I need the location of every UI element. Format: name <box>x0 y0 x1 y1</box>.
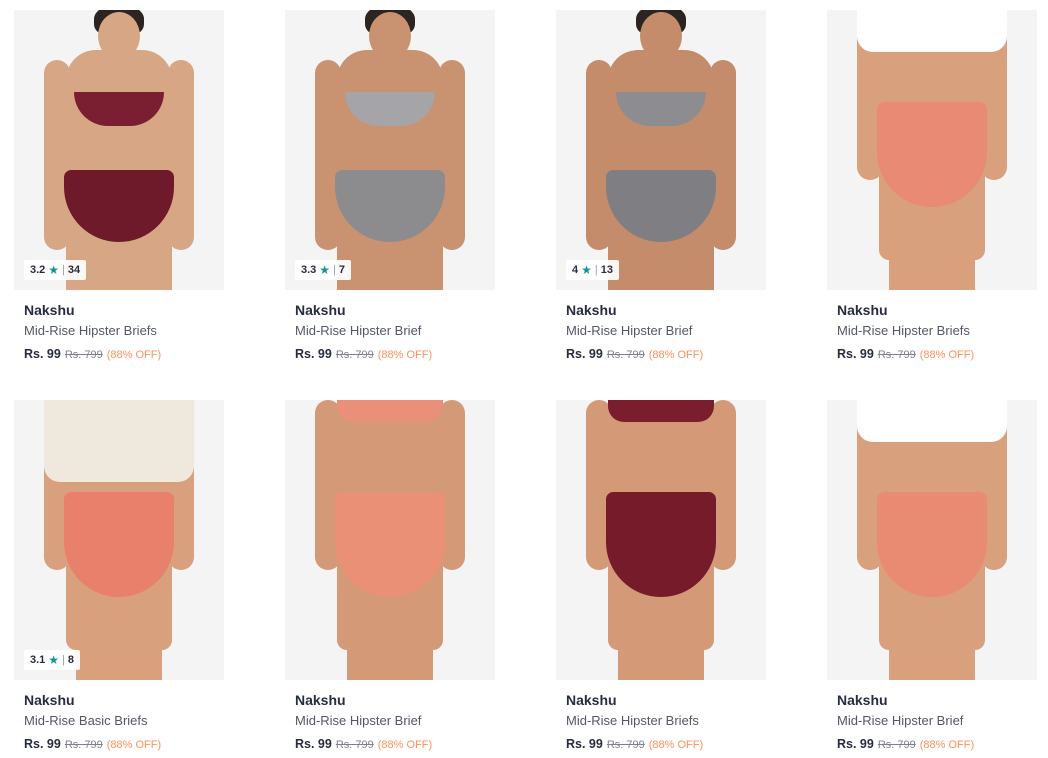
product-brand: Nakshu <box>24 692 75 708</box>
rating-badge: 4 ★ | 13 <box>566 260 619 280</box>
discount-percent: (88% OFF) <box>377 739 433 751</box>
discounted-price: Rs. 99 <box>566 737 603 751</box>
rating-separator: | <box>333 264 336 276</box>
product-brand: Nakshu <box>837 692 888 708</box>
product-card[interactable]: Nakshu Mid-Rise Hipster Brief Rs. 99 Rs. 79… <box>827 400 1037 751</box>
product-title[interactable]: Mid-Rise Hipster Brief <box>837 713 1037 728</box>
model-photo <box>827 400 1037 680</box>
product-title[interactable]: Mid-Rise Hipster Brief <box>566 323 766 338</box>
price-row: Rs. 99 Rs. 799 (88% OFF) <box>24 737 224 751</box>
product-brand: Nakshu <box>295 692 346 708</box>
original-price: Rs. 799 <box>877 739 916 751</box>
star-icon: ★ <box>48 653 60 667</box>
rating-count: 13 <box>600 264 613 276</box>
rating-value: 3.3 <box>301 264 317 276</box>
product-brand: Nakshu <box>566 302 617 318</box>
rating-count: 8 <box>67 654 75 666</box>
rating-value: 3.2 <box>30 264 46 276</box>
rating-count: 34 <box>67 264 81 276</box>
star-icon: ★ <box>581 263 592 277</box>
discount-percent: (88% OFF) <box>106 349 162 361</box>
product-card[interactable]: Nakshu Mid-Rise Hipster Brief Rs. 99 Rs. 79… <box>285 400 495 751</box>
product-card[interactable]: 3.3 ★ | 7 Nakshu Mid-Rise Hipster Brief Rs. 99… <box>285 10 495 361</box>
model-photo <box>285 10 495 290</box>
model-photo <box>556 10 766 290</box>
price-row: Rs. 99 Rs. 799 (88% OFF) <box>837 347 1037 361</box>
model-photo <box>14 400 224 680</box>
rating-count: 7 <box>338 264 346 276</box>
star-icon: ★ <box>319 263 331 277</box>
original-price: Rs. 799 <box>606 739 645 751</box>
discounted-price: Rs. 99 <box>24 347 61 361</box>
product-image[interactable]: 3.2 ★ | 34 <box>14 10 224 290</box>
discount-percent: (88% OFF) <box>919 739 975 751</box>
product-title[interactable]: Mid-Rise Hipster Brief <box>295 713 495 728</box>
model-photo <box>285 400 495 680</box>
discounted-price: Rs. 99 <box>837 737 874 751</box>
product-image[interactable] <box>827 400 1037 680</box>
product-card[interactable]: 3.1 ★ | 8 Nakshu Mid-Rise Basic Briefs Rs. 99 R… <box>14 400 224 751</box>
original-price: Rs. 799 <box>64 739 103 751</box>
product-brand: Nakshu <box>24 302 75 318</box>
rating-separator: | <box>62 654 65 666</box>
product-title[interactable]: Mid-Rise Hipster Briefs <box>837 323 1037 338</box>
product-image[interactable] <box>827 10 1037 290</box>
product-title[interactable]: Mid-Rise Hipster Brief <box>295 323 495 338</box>
product-title[interactable]: Mid-Rise Hipster Briefs <box>566 713 766 728</box>
product-title[interactable]: Mid-Rise Basic Briefs <box>24 713 224 728</box>
model-photo <box>556 400 766 680</box>
model-photo <box>14 10 224 290</box>
original-price: Rs. 799 <box>64 349 103 361</box>
discount-percent: (88% OFF) <box>106 739 162 751</box>
discount-percent: (88% OFF) <box>648 349 704 361</box>
original-price: Rs. 799 <box>877 349 916 361</box>
original-price: Rs. 799 <box>606 349 645 361</box>
rating-value: 3.1 <box>30 654 46 666</box>
discount-percent: (88% OFF) <box>648 739 704 751</box>
star-icon: ★ <box>48 263 60 277</box>
product-image[interactable] <box>556 400 766 680</box>
rating-separator: | <box>594 264 598 276</box>
original-price: Rs. 799 <box>335 739 374 751</box>
discounted-price: Rs. 99 <box>566 347 603 361</box>
product-card[interactable]: Nakshu Mid-Rise Hipster Briefs Rs. 99 Rs. 7… <box>827 10 1037 361</box>
product-card[interactable]: 3.2 ★ | 34 Nakshu Mid-Rise Hipster Briefs Rs. … <box>14 10 224 361</box>
rating-separator: | <box>62 264 65 276</box>
price-row: Rs. 99 Rs. 799 (88% OFF) <box>295 737 495 751</box>
price-row: Rs. 99 Rs. 799 (88% OFF) <box>566 347 766 361</box>
original-price: Rs. 799 <box>335 349 374 361</box>
product-card[interactable]: Nakshu Mid-Rise Hipster Briefs Rs. 99 Rs. 7… <box>556 400 766 751</box>
price-row: Rs. 99 Rs. 799 (88% OFF) <box>566 737 766 751</box>
product-image[interactable]: 3.1 ★ | 8 <box>14 400 224 680</box>
discounted-price: Rs. 99 <box>295 347 332 361</box>
product-brand: Nakshu <box>566 692 617 708</box>
model-photo <box>827 10 1037 290</box>
rating-value: 4 <box>572 264 579 276</box>
product-card[interactable]: 4 ★ | 13 Nakshu Mid-Rise Hipster Brief Rs. 99 R… <box>556 10 766 361</box>
rating-badge: 3.2 ★ | 34 <box>24 260 87 280</box>
product-title[interactable]: Mid-Rise Hipster Briefs <box>24 323 224 338</box>
rating-badge: 3.1 ★ | 8 <box>24 650 81 670</box>
price-row: Rs. 99 Rs. 799 (88% OFF) <box>837 737 1037 751</box>
product-image[interactable]: 3.3 ★ | 7 <box>285 10 495 290</box>
discounted-price: Rs. 99 <box>295 737 332 751</box>
discounted-price: Rs. 99 <box>837 347 874 361</box>
price-row: Rs. 99 Rs. 799 (88% OFF) <box>24 347 224 361</box>
discount-percent: (88% OFF) <box>919 349 975 361</box>
discounted-price: Rs. 99 <box>24 737 61 751</box>
product-brand: Nakshu <box>837 302 888 318</box>
product-image[interactable] <box>285 400 495 680</box>
rating-badge: 3.3 ★ | 7 <box>295 260 352 280</box>
product-image[interactable]: 4 ★ | 13 <box>556 10 766 290</box>
discount-percent: (88% OFF) <box>377 349 433 361</box>
product-brand: Nakshu <box>295 302 346 318</box>
price-row: Rs. 99 Rs. 799 (88% OFF) <box>295 347 495 361</box>
